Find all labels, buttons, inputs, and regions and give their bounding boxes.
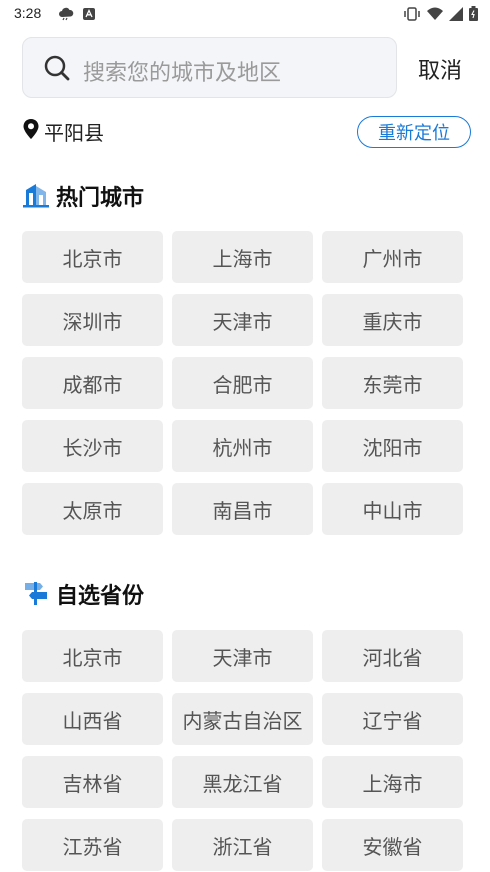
location-pin-icon <box>22 118 40 144</box>
wifi-icon <box>427 6 443 25</box>
status-bar: 3:28 <box>0 0 490 28</box>
current-location-label: 平阳县 <box>44 120 104 145</box>
province-chip[interactable]: 内蒙古自治区 <box>172 693 313 745</box>
provinces-title: 自选省份 <box>56 584 145 609</box>
province-chip[interactable]: 北京市 <box>22 630 163 682</box>
search-input[interactable]: 搜索您的城市及地区 <box>22 37 397 98</box>
hot-city-chip[interactable]: 天津市 <box>172 294 313 346</box>
hot-city-chip[interactable]: 深圳市 <box>22 294 163 346</box>
hot-city-chip[interactable]: 东莞市 <box>322 357 463 409</box>
provinces-header: 自选省份 <box>22 578 144 610</box>
current-location: 平阳县 <box>22 116 104 146</box>
hot-city-chip[interactable]: 长沙市 <box>22 420 163 472</box>
signpost-icon <box>22 578 50 610</box>
province-chip[interactable]: 浙江省 <box>172 819 313 871</box>
search-icon <box>43 54 71 86</box>
province-chip[interactable]: 天津市 <box>172 630 313 682</box>
signal-icon <box>449 6 463 25</box>
app-notification-icon <box>82 6 96 25</box>
status-time: 3:28 <box>14 5 42 21</box>
search-placeholder: 搜索您的城市及地区 <box>83 61 282 86</box>
province-chip[interactable]: 山西省 <box>22 693 163 745</box>
building-icon <box>22 180 50 212</box>
province-chip[interactable]: 吉林省 <box>22 756 163 808</box>
battery-icon <box>469 6 478 25</box>
hot-city-chip[interactable]: 北京市 <box>22 231 163 283</box>
hot-city-chip[interactable]: 上海市 <box>172 231 313 283</box>
province-chip[interactable]: 上海市 <box>322 756 463 808</box>
hot-city-chip[interactable]: 重庆市 <box>322 294 463 346</box>
province-chip[interactable]: 黑龙江省 <box>172 756 313 808</box>
province-chip[interactable]: 河北省 <box>322 630 463 682</box>
hot-cities-header: 热门城市 <box>22 180 144 212</box>
vibrate-icon <box>403 6 421 25</box>
hot-city-chip[interactable]: 太原市 <box>22 483 163 535</box>
relocate-button[interactable]: 重新定位 <box>357 116 471 148</box>
hot-city-chip[interactable]: 成都市 <box>22 357 163 409</box>
hot-city-chip[interactable]: 南昌市 <box>172 483 313 535</box>
hot-city-chip[interactable]: 杭州市 <box>172 420 313 472</box>
provinces-grid: 北京市 天津市 河北省山西省 内蒙古自治区 辽宁省吉林省 黑龙江省 上海市江苏省 浙江省 安徽省 <box>22 630 463 871</box>
province-chip[interactable]: 江苏省 <box>22 819 163 871</box>
cloud-icon <box>58 6 74 25</box>
cancel-button[interactable]: 取消 <box>418 53 462 85</box>
hot-city-chip[interactable]: 沈阳市 <box>322 420 463 472</box>
hot-cities-grid: 北京市 上海市 广州市深圳市 天津市 重庆市成都市 合肥市 东莞市长沙市 杭州市 沈阳市太原市南… <box>22 231 463 535</box>
hot-city-chip[interactable]: 广州市 <box>322 231 463 283</box>
hot-city-chip[interactable]: 合肥市 <box>172 357 313 409</box>
province-chip[interactable]: 辽宁省 <box>322 693 463 745</box>
hot-city-chip[interactable]: 中山市 <box>322 483 463 535</box>
province-chip[interactable]: 安徽省 <box>322 819 463 871</box>
hot-cities-title: 热门城市 <box>56 186 145 211</box>
